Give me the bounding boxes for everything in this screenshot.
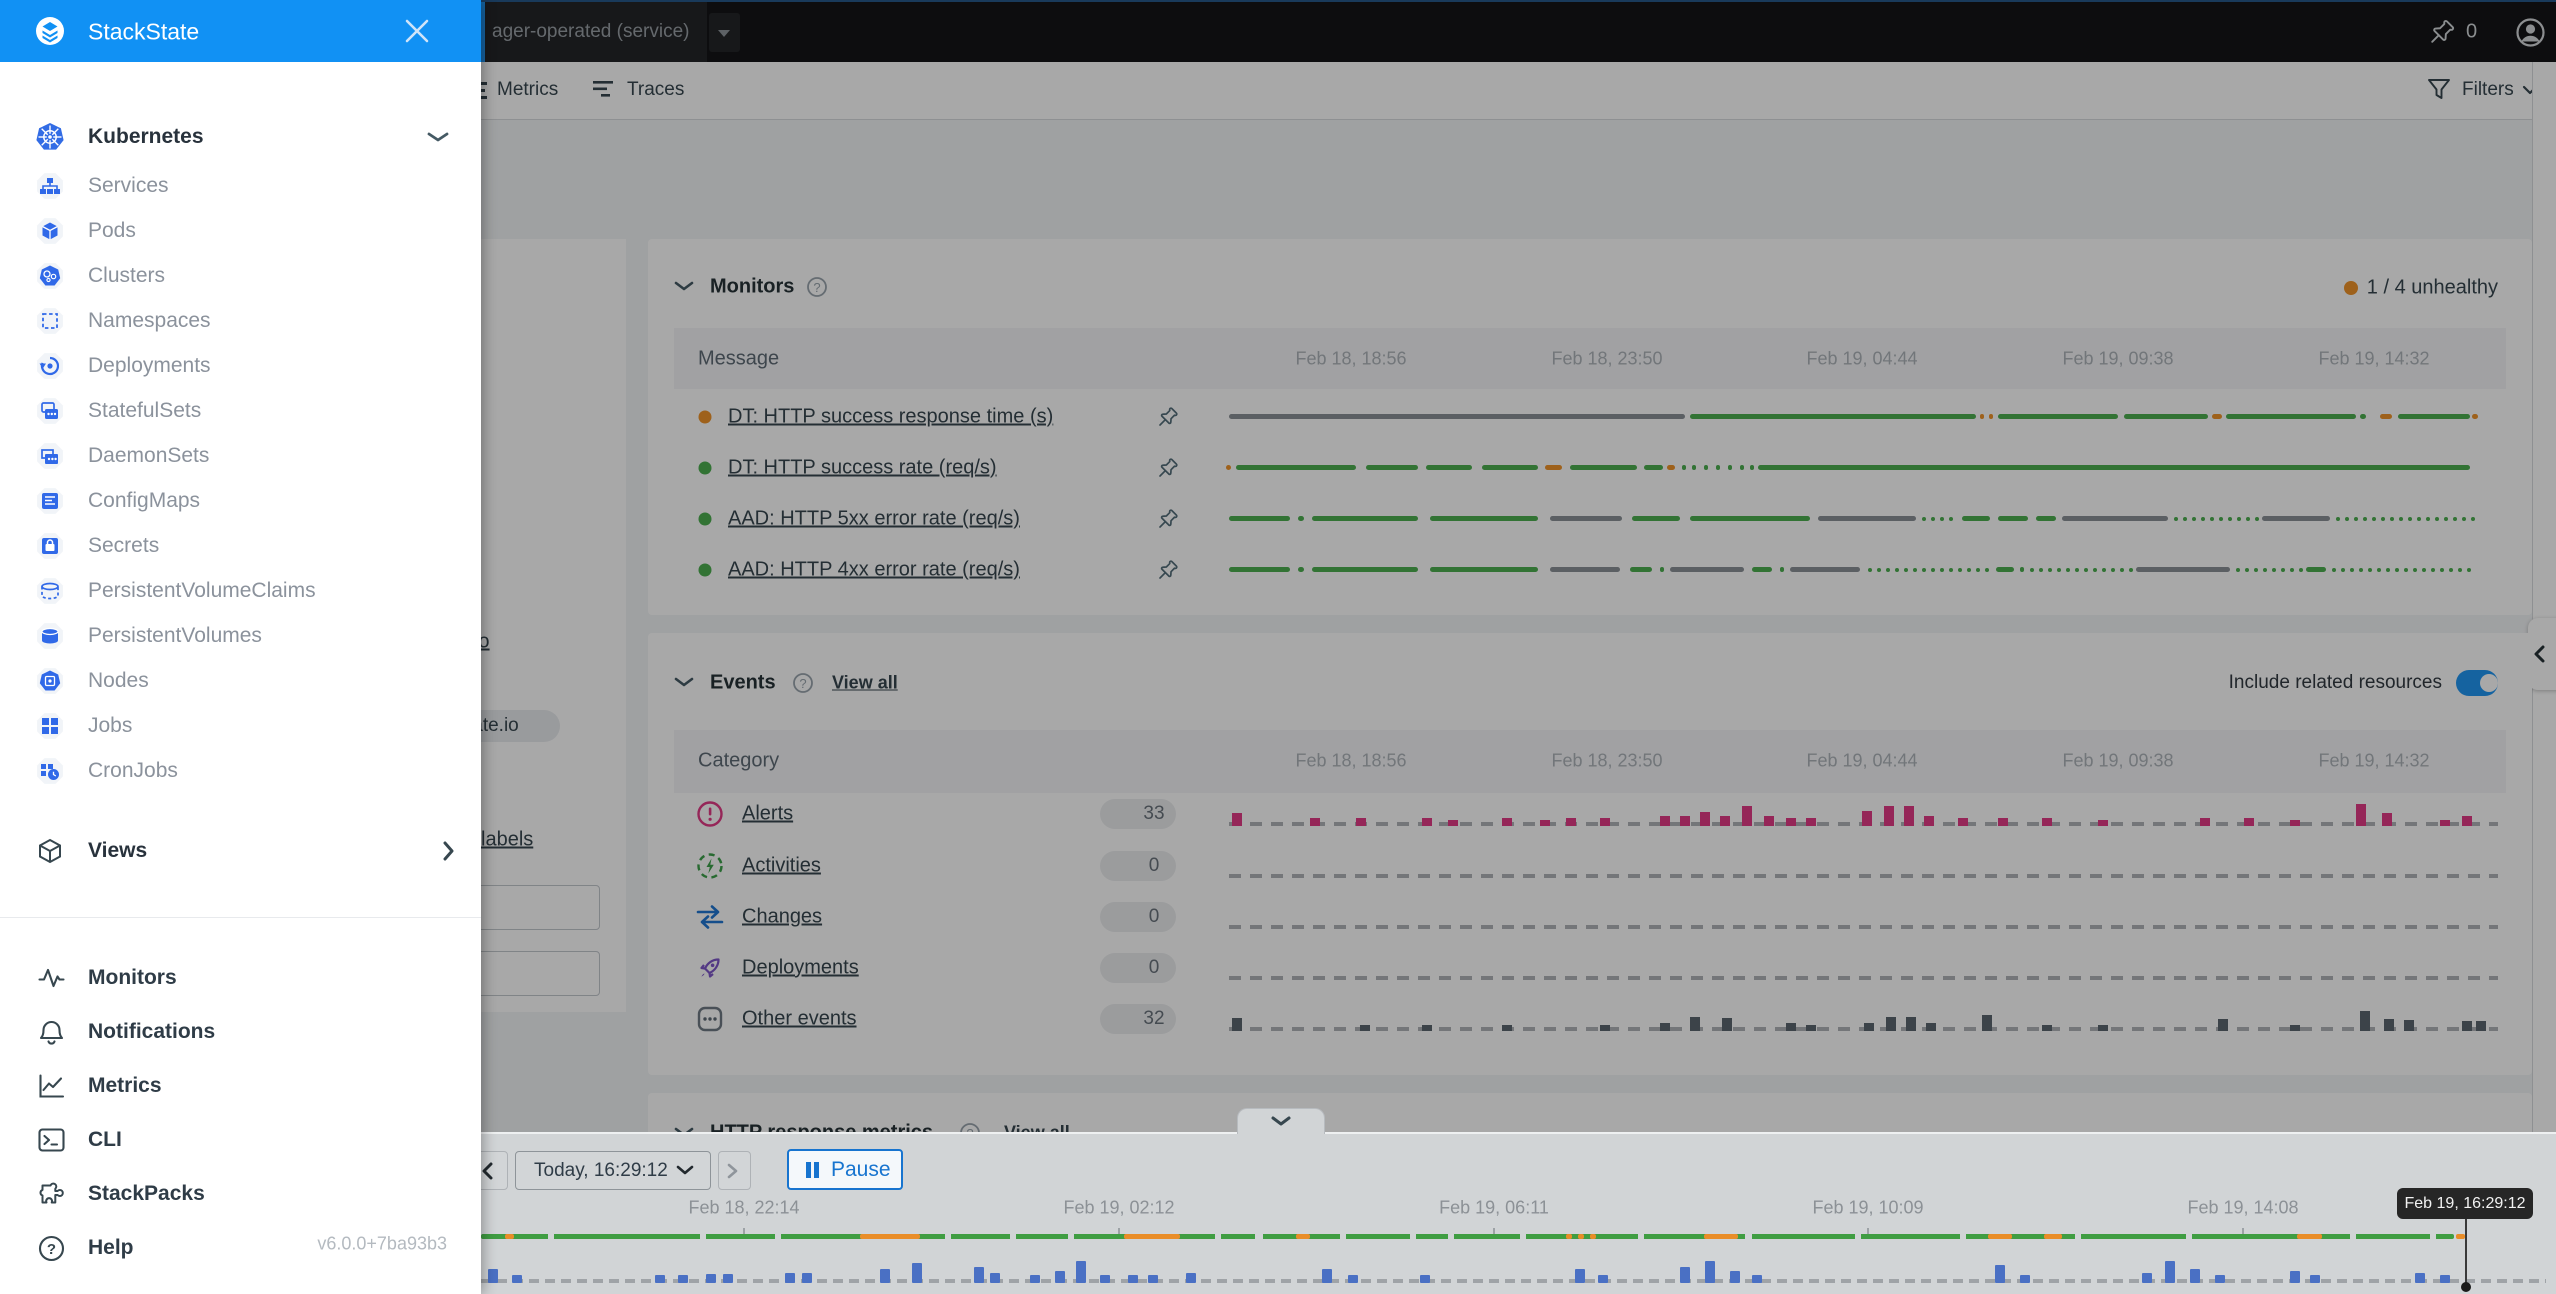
- svg-text:?: ?: [47, 1241, 56, 1258]
